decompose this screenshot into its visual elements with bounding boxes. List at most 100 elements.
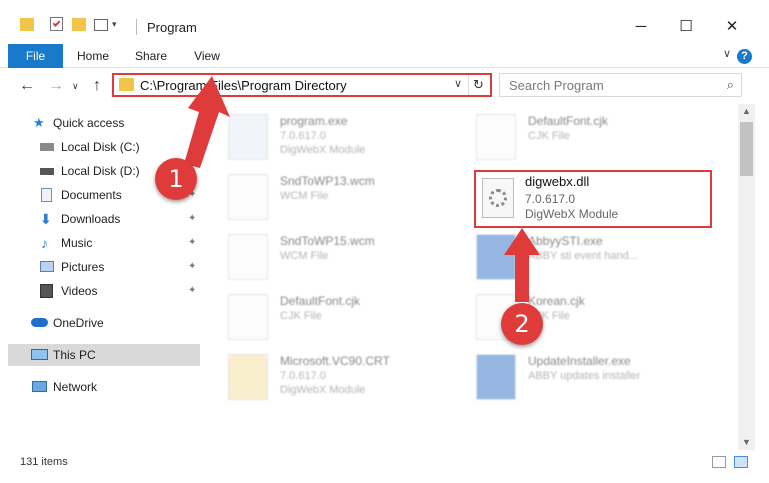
sidebar-item-label: Quick access [53, 116, 125, 130]
pin-icon[interactable]: ✦ [188, 232, 196, 254]
search-icon[interactable]: ⌕ [727, 77, 734, 93]
file-item[interactable]: UpdateInstaller.exe ABBY updates install… [476, 350, 726, 406]
customize-toolbar-icon[interactable] [94, 19, 108, 31]
pin-icon[interactable]: ✦ [188, 208, 196, 230]
tab-view[interactable]: View [184, 44, 230, 68]
address-bar[interactable]: C:\Program Files\Program Directory ∨ ↻ [112, 73, 492, 97]
scroll-up-icon[interactable]: ▲ [738, 104, 755, 119]
search-placeholder: Search Program [509, 78, 604, 93]
sidebar-item-this-pc[interactable]: This PC [8, 344, 200, 366]
documents-icon [41, 188, 52, 202]
help-icon[interactable]: ? [737, 49, 752, 64]
ribbon-tabs: File Home Share View ∨ ? [0, 44, 769, 68]
document-file-icon [228, 234, 268, 280]
file-description: DigWebX Module [280, 144, 366, 156]
file-item[interactable]: program.exe 7.0.617.0 DigWebX Module [228, 110, 478, 166]
file-name: AbbyySTI.exe [528, 234, 603, 248]
sidebar-item-label: Network [53, 380, 98, 394]
new-folder-icon[interactable] [72, 18, 86, 31]
recent-locations-icon[interactable]: ∨ [72, 81, 79, 92]
close-button[interactable]: ✕ [717, 16, 747, 38]
star-icon: ★ [33, 115, 45, 130]
drive-icon [40, 143, 54, 151]
sidebar-item-onedrive[interactable]: OneDrive [8, 312, 200, 334]
sidebar-item-quick-access[interactable]: ★ Quick access [8, 112, 200, 134]
back-button[interactable]: ← [19, 77, 35, 95]
file-item[interactable]: AbbyySTI.exe ABBY sti event hand... [476, 230, 726, 286]
details-view-icon[interactable] [712, 456, 726, 468]
refresh-button[interactable]: ↻ [468, 75, 488, 95]
scrollbar-thumb[interactable] [740, 122, 753, 176]
dll-gear-icon [482, 178, 514, 218]
window-title: Program [147, 20, 197, 35]
music-icon: ♪ [41, 235, 48, 251]
file-item[interactable]: DefaultFont.cjk CJK File [476, 110, 726, 166]
file-item[interactable]: DefaultFont.cjk CJK File [228, 290, 478, 346]
large-icons-view-icon[interactable] [734, 456, 748, 468]
sidebar-item-videos[interactable]: Videos ✦ [8, 280, 200, 302]
file-type: CJK File [280, 310, 322, 322]
minimize-button[interactable]: ─ [626, 16, 656, 38]
highlighted-file-item[interactable]: digwebx.dll 7.0.617.0 DigWebX Module [474, 170, 712, 228]
sidebar-item-local-disk-c[interactable]: Local Disk (C:) ✦ [8, 136, 200, 158]
sidebar-item-network[interactable]: Network [8, 376, 200, 398]
file-item[interactable]: Microsoft.VC90.CRT 7.0.617.0 DigWebX Mod… [228, 350, 478, 406]
collapse-ribbon-icon[interactable]: ∨ [723, 47, 731, 60]
drive-icon [40, 168, 54, 175]
file-description: ABBY sti event hand... [528, 250, 638, 262]
file-name: SndToWP13.wcm [280, 174, 375, 188]
file-item[interactable]: SndToWP13.wcm WCM File [228, 170, 478, 226]
file-description: DigWebX Module [525, 207, 619, 221]
item-count: 131 items [20, 456, 68, 468]
navigation-bar: ← → ∨ ↑ C:\Program Files\Program Directo… [0, 68, 769, 104]
file-item[interactable]: SndToWP15.wcm WCM File [228, 230, 478, 286]
folder-icon [20, 18, 34, 31]
pin-icon[interactable]: ✦ [188, 136, 196, 158]
scroll-down-icon[interactable]: ▼ [738, 435, 755, 450]
sidebar-item-label: This PC [53, 348, 96, 362]
pin-icon[interactable]: ✦ [188, 256, 196, 278]
file-type: WCM File [280, 250, 329, 262]
file-name: Microsoft.VC90.CRT [280, 354, 390, 368]
chevron-down-icon[interactable]: ∨ [454, 77, 462, 90]
sidebar-item-label: Music [61, 236, 93, 250]
file-version: 7.0.617.0 [280, 370, 326, 382]
sidebar-item-label: Local Disk (C:) [61, 140, 140, 154]
search-input[interactable]: Search Program ⌕ [499, 73, 742, 97]
file-name: DefaultFont.cjk [280, 294, 361, 308]
title-bar: ▾ Program ─ ☐ ✕ [0, 0, 769, 44]
vertical-scrollbar[interactable]: ▲ ▼ [738, 104, 755, 450]
sidebar-item-music[interactable]: ♪ Music ✦ [8, 232, 200, 254]
document-file-icon [228, 174, 268, 220]
sidebar-item-downloads[interactable]: ⬇ Downloads ✦ [8, 208, 200, 230]
address-path[interactable]: C:\Program Files\Program Directory [140, 78, 347, 93]
network-icon [32, 381, 47, 392]
file-type: CJK File [528, 130, 570, 142]
sidebar-item-pictures[interactable]: Pictures ✦ [8, 256, 200, 278]
file-name: DefaultFont.cjk [528, 114, 609, 128]
forward-button[interactable]: → [48, 77, 64, 95]
tab-home[interactable]: Home [70, 44, 116, 68]
navigation-pane: ★ Quick access Local Disk (C:) ✦ Local D… [0, 104, 202, 447]
exe-file-icon [476, 234, 516, 280]
download-icon: ⬇ [40, 211, 52, 227]
file-name: digwebx.dll [525, 174, 590, 189]
pin-icon[interactable]: ✦ [188, 280, 196, 302]
cloud-icon [31, 318, 48, 327]
sidebar-item-label: Local Disk (D:) [61, 164, 140, 178]
sidebar-item-label: Downloads [61, 212, 121, 226]
file-version: 7.0.617.0 [280, 130, 326, 142]
up-button[interactable]: ↑ [93, 77, 101, 95]
tab-file[interactable]: File [8, 44, 63, 68]
properties-icon[interactable] [50, 17, 63, 31]
step-1-badge: 1 [155, 158, 197, 200]
document-file-icon [228, 294, 268, 340]
maximize-button[interactable]: ☐ [671, 16, 701, 38]
tab-share[interactable]: Share [128, 44, 174, 68]
exe-file-icon [476, 354, 516, 400]
chevron-down-icon[interactable]: ▾ [112, 19, 117, 30]
folder-icon [119, 78, 134, 91]
file-version: 7.0.617.0 [525, 192, 576, 206]
sidebar-item-label: Videos [61, 284, 98, 298]
pictures-icon [40, 261, 54, 272]
